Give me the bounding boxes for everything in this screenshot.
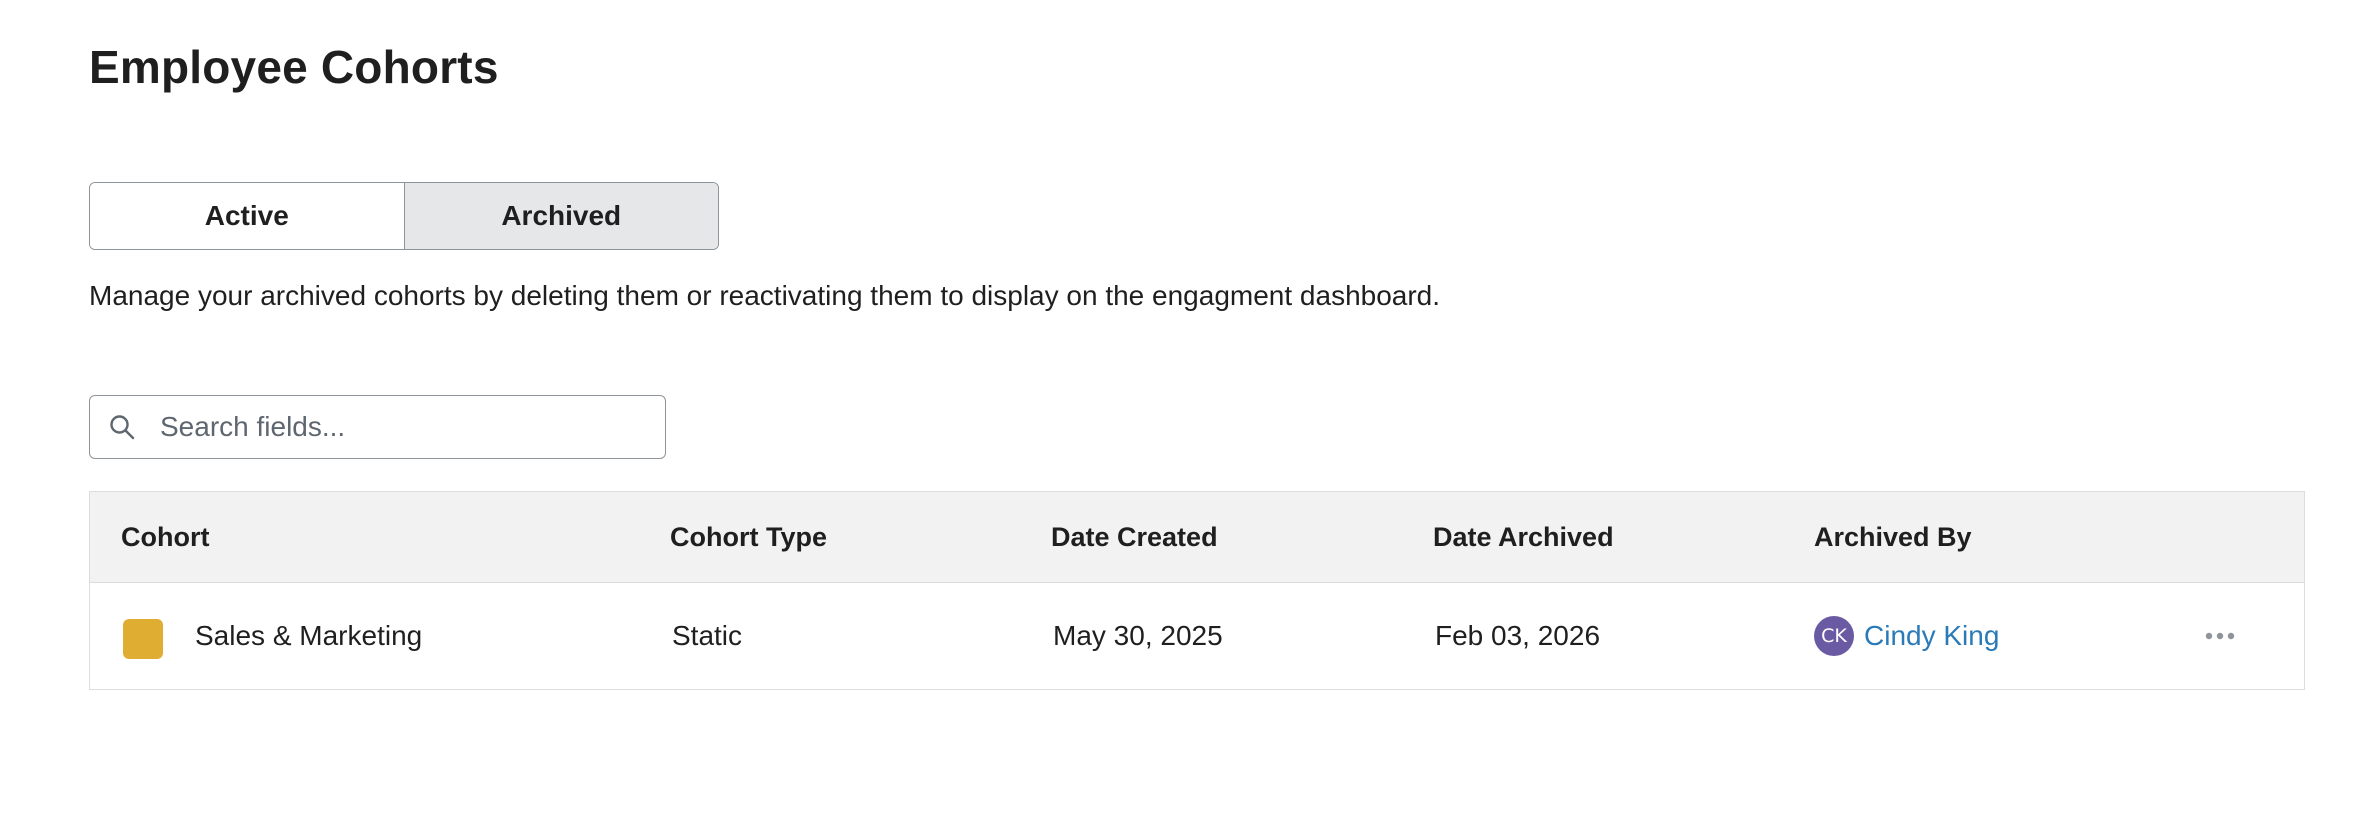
column-header-cohort-type[interactable]: Cohort Type — [670, 492, 827, 582]
tab-archived[interactable]: Archived — [403, 183, 718, 249]
column-header-date-archived[interactable]: Date Archived — [1433, 492, 1614, 582]
avatar: CK — [1814, 616, 1854, 656]
search-input[interactable] — [158, 410, 642, 444]
tab-active[interactable]: Active — [90, 183, 404, 249]
table-row[interactable]: Sales & Marketing Static May 30, 2025 Fe… — [90, 583, 2304, 689]
archived-by-user-link[interactable]: Cindy King — [1864, 620, 1999, 652]
column-header-date-created[interactable]: Date Created — [1051, 492, 1218, 582]
search-field[interactable] — [89, 395, 666, 459]
search-icon — [106, 411, 138, 443]
cohorts-table: Cohort Cohort Type Date Created Date Arc… — [89, 491, 2305, 690]
archived-by: CK Cindy King — [1814, 583, 1999, 689]
row-actions-button[interactable] — [2200, 621, 2240, 651]
page-title: Employee Cohorts — [89, 41, 499, 93]
column-header-cohort[interactable]: Cohort — [121, 492, 209, 582]
table-header: Cohort Cohort Type Date Created Date Arc… — [90, 492, 2304, 583]
page: Employee Cohorts Active Archived Manage … — [0, 0, 2378, 826]
cohort-color-swatch — [123, 619, 163, 659]
page-description: Manage your archived cohorts by deleting… — [89, 280, 1441, 311]
more-horizontal-icon — [2205, 627, 2235, 645]
cohort-name: Sales & Marketing — [195, 620, 423, 651]
date-archived: Feb 03, 2026 — [1435, 620, 1601, 651]
date-created: May 30, 2025 — [1053, 620, 1223, 651]
status-tabs: Active Archived — [89, 182, 719, 250]
cohort-type: Static — [672, 620, 743, 651]
column-header-archived-by[interactable]: Archived By — [1814, 492, 1972, 582]
